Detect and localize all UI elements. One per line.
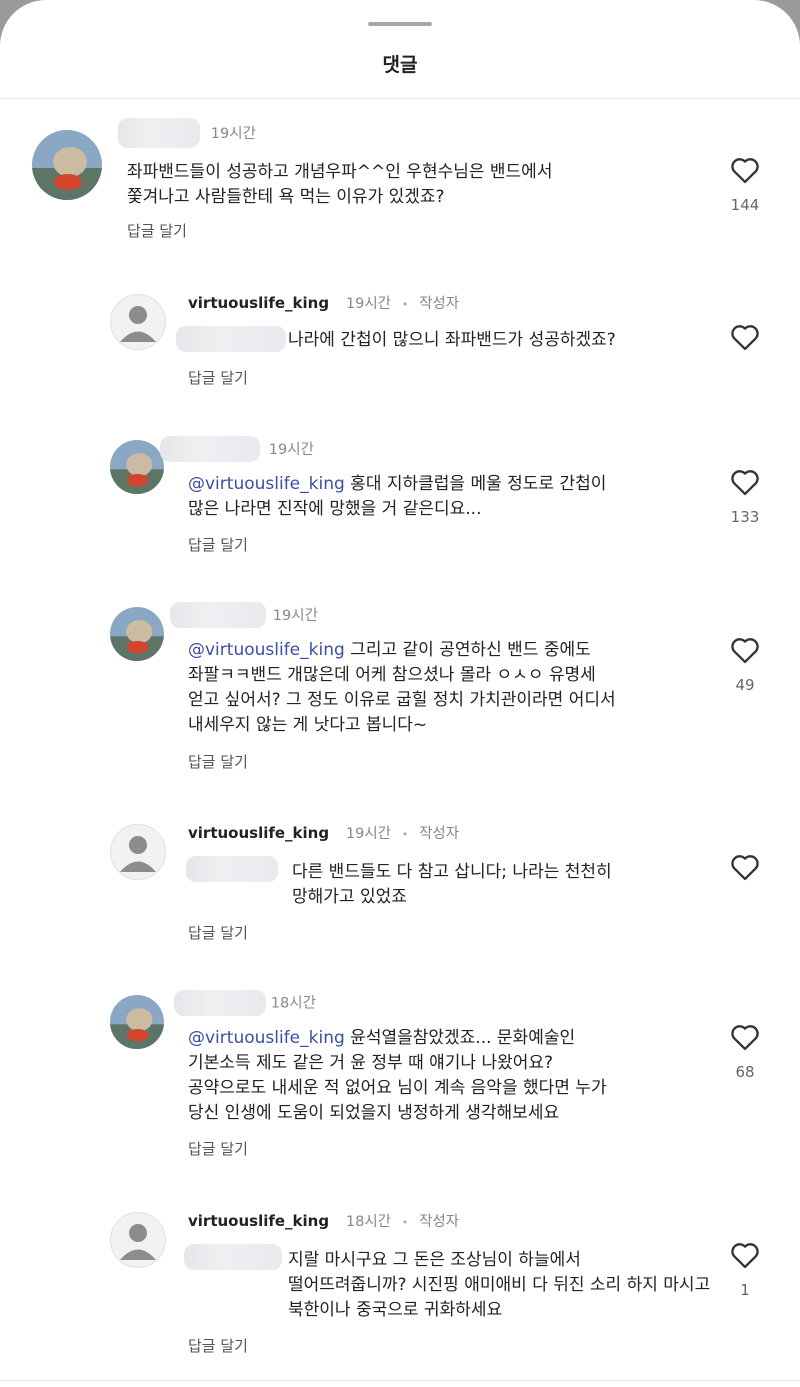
- comment-time: 19시간: [268, 441, 314, 458]
- default-avatar[interactable]: [110, 1212, 166, 1268]
- like-count: 49: [735, 676, 755, 694]
- comment-meta: virtuouslife_king 18시간 • 작성자: [188, 1212, 460, 1230]
- header-divider: [0, 98, 800, 99]
- username[interactable]: virtuouslife_king: [188, 294, 329, 312]
- heart-outline-icon: [731, 158, 759, 184]
- drag-handle[interactable]: [368, 22, 432, 26]
- comment-meta: 19시간: [118, 118, 256, 148]
- like-count: 133: [730, 508, 760, 526]
- comment-meta: 19시간: [160, 436, 314, 462]
- reply-button[interactable]: 답글 달기: [188, 367, 248, 388]
- comment-text: @virtuouslife_king 윤석열을참았겠죠... 문화예술인 기본소…: [188, 1028, 607, 1123]
- reply-button[interactable]: 답글 달기: [188, 922, 248, 943]
- default-avatar[interactable]: [110, 294, 166, 350]
- like-button[interactable]: [725, 851, 765, 881]
- comment-time: 18시간: [270, 995, 316, 1012]
- heart-outline-icon: [731, 1025, 759, 1051]
- mention-link[interactable]: @virtuouslife_king: [188, 1028, 345, 1048]
- like-button[interactable]: [725, 634, 765, 664]
- blurred-username: [174, 990, 266, 1016]
- comment-text: 좌파밴드들이 성공하고 개념우파^^인 우현수님은 밴드에서 쫓겨나고 사람들한…: [127, 162, 553, 207]
- username[interactable]: virtuouslife_king: [188, 824, 329, 842]
- comment-meta: 18시간: [174, 990, 316, 1016]
- like-count: 1: [740, 1281, 750, 1299]
- comments-sheet: 댓글 19시간 좌파밴드들이 성공하고 개념우파^^인 우현수님은 밴드에서 쫓…: [0, 0, 800, 1387]
- blurred-username: [170, 602, 266, 628]
- comment-text: 지랄 마시구요 그 돈은 조상님이 하늘에서 떨어뜨려줍니까? 시진핑 애미애비…: [288, 1250, 711, 1320]
- blurred-username: [160, 436, 260, 462]
- comment-time: 19시간: [345, 826, 392, 842]
- blurred-username: [118, 118, 200, 148]
- comment-text: @virtuouslife_king 그리고 같이 공연하신 밴드 중에도 좌팔…: [188, 640, 616, 735]
- like-button[interactable]: [725, 154, 765, 184]
- like-button[interactable]: [725, 1021, 765, 1051]
- person-silhouette-icon: [120, 1224, 156, 1260]
- author-badge: 작성자: [419, 826, 460, 842]
- mention-link[interactable]: @virtuouslife_king: [188, 640, 345, 660]
- heart-outline-icon: [731, 1243, 759, 1269]
- photo-avatar[interactable]: [110, 440, 164, 494]
- photo-avatar[interactable]: [110, 607, 164, 661]
- like-count: 144: [730, 196, 760, 214]
- comment-meta: virtuouslife_king 19시간 • 작성자: [188, 294, 460, 312]
- heart-outline-icon: [731, 470, 759, 496]
- page-title: 댓글: [382, 54, 418, 76]
- comment-meta: virtuouslife_king 19시간 • 작성자: [188, 824, 460, 842]
- like-count: 68: [735, 1063, 755, 1081]
- comment-text: @virtuouslife_king 홍대 지하클럽을 메울 정도로 간첩이 많…: [188, 474, 607, 519]
- person-silhouette-icon: [120, 836, 156, 872]
- like-button[interactable]: [725, 321, 765, 351]
- author-badge: 작성자: [419, 296, 460, 312]
- comment-time: 19시간: [272, 607, 318, 624]
- reply-button[interactable]: 답글 달기: [188, 534, 248, 555]
- like-button[interactable]: [725, 1239, 765, 1269]
- photo-avatar[interactable]: [110, 995, 164, 1049]
- comment-time: 18시간: [345, 1214, 392, 1230]
- comment-text: 나라에 간첩이 많으니 좌파밴드가 성공하겠죠?: [288, 330, 616, 350]
- reply-button[interactable]: 답글 달기: [188, 751, 248, 772]
- blurred-mention: [184, 1244, 282, 1270]
- reply-button[interactable]: 답글 달기: [188, 1335, 248, 1356]
- author-badge: 작성자: [419, 1214, 460, 1230]
- bottom-divider: [0, 1380, 800, 1381]
- blurred-mention: [176, 326, 286, 352]
- like-button[interactable]: [725, 466, 765, 496]
- comment-time: 19시간: [210, 125, 256, 142]
- comment-meta: 19시간: [170, 602, 318, 628]
- comment-text: 다른 밴드들도 다 참고 삽니다; 나라는 천천히 망해가고 있었죠: [292, 862, 612, 907]
- person-silhouette-icon: [120, 306, 156, 342]
- mention-link[interactable]: @virtuouslife_king: [188, 474, 345, 494]
- heart-outline-icon: [731, 855, 759, 881]
- default-avatar[interactable]: [110, 824, 166, 880]
- reply-button[interactable]: 답글 달기: [127, 220, 187, 241]
- heart-outline-icon: [731, 325, 759, 351]
- photo-avatar[interactable]: [32, 130, 102, 200]
- reply-button[interactable]: 답글 달기: [188, 1138, 248, 1159]
- blurred-mention: [186, 856, 278, 882]
- heart-outline-icon: [731, 638, 759, 664]
- username[interactable]: virtuouslife_king: [188, 1212, 329, 1230]
- comment-time: 19시간: [345, 296, 392, 312]
